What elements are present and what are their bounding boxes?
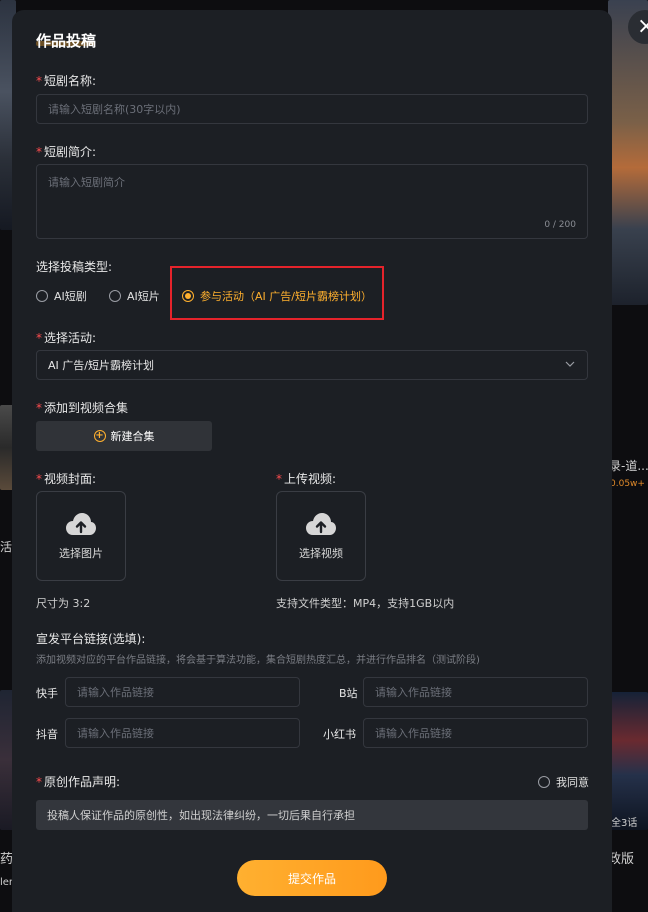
platform-bilibili-input[interactable]: 请输入作品链接 xyxy=(363,677,588,707)
submission-modal: 作品投稿 * 短剧名称: 请输入短剧名称(30字以内) * 短剧简介: 请输入短剧简… xyxy=(12,10,612,912)
intro-placeholder: 请输入短剧简介 xyxy=(48,176,125,189)
name-label: * 短剧名称: xyxy=(36,74,97,88)
radio-ai-drama[interactable]: AI短剧 xyxy=(36,288,87,304)
plus-circle-icon: + xyxy=(93,430,106,442)
required-mark: * xyxy=(36,331,42,345)
new-collection-button[interactable]: + 新建合集 xyxy=(36,421,212,451)
platform-xiaohongshu-input[interactable]: 请输入作品链接 xyxy=(363,718,588,748)
activity-label: * 选择活动: xyxy=(36,331,97,345)
submit-button[interactable]: 提交作品 xyxy=(237,860,387,896)
video-upload-label: 选择视频 xyxy=(299,547,343,560)
agree-checkbox[interactable]: 我同意 xyxy=(538,774,589,790)
activity-select[interactable]: AI 广告/短片霸榜计划 xyxy=(36,350,588,380)
platform-kuaishou-label: 快手 xyxy=(36,687,58,700)
required-mark: * xyxy=(36,472,42,486)
modal-title: 作品投稿 xyxy=(36,32,97,50)
cover-upload-label: 选择图片 xyxy=(59,547,103,560)
video-hint: 支持文件类型：MP4，支持1GB以内 xyxy=(276,597,455,610)
required-mark: * xyxy=(36,775,42,789)
highlight-box xyxy=(170,266,384,320)
type-label: 选择投稿类型: xyxy=(36,260,113,274)
cloud-upload-icon xyxy=(66,513,96,535)
required-mark: * xyxy=(36,145,42,159)
required-mark: * xyxy=(36,74,42,88)
platforms-desc: 添加视频对应的平台作品链接，将会基于算法功能，集合短剧热度汇总，并进行作品排名（… xyxy=(36,655,480,666)
collection-label: * 添加到视频合集 xyxy=(36,401,129,415)
bg-thumbnail[interactable] xyxy=(608,0,648,305)
intro-label: * 短剧简介: xyxy=(36,145,97,159)
radio-circle xyxy=(109,290,121,302)
cover-hint: 尺寸为 3:2 xyxy=(36,597,91,610)
close-icon: × xyxy=(637,14,648,39)
platform-xiaohongshu-label: 小红书 xyxy=(323,728,356,741)
radio-ai-short[interactable]: AI短片 xyxy=(109,288,160,304)
platforms-label: 宣发平台链接(选填): xyxy=(36,632,146,646)
video-upload[interactable]: 选择视频 xyxy=(276,491,366,581)
cloud-upload-icon xyxy=(306,513,336,535)
declaration-text: 投稿人保证作品的原创性，如出现法律纠纷，一切后果自行承担 xyxy=(36,800,588,830)
bg-card-badge: 全3话 xyxy=(611,818,638,829)
bg-card-hot: 0.05w+ xyxy=(610,479,645,489)
platform-bilibili-label: B站 xyxy=(339,687,358,700)
radio-circle xyxy=(36,290,48,302)
platform-kuaishou-input[interactable]: 请输入作品链接 xyxy=(65,677,300,707)
platform-douyin-label: 抖音 xyxy=(36,728,58,741)
name-input[interactable]: 请输入短剧名称(30字以内) xyxy=(36,94,588,124)
bg-card-title: 录-道... xyxy=(609,459,648,473)
declaration-label: * 原创作品声明: xyxy=(36,775,121,789)
bg-thumbnail[interactable] xyxy=(608,692,648,830)
required-mark: * xyxy=(276,472,282,486)
activity-select-value: AI 广告/短片霸榜计划 xyxy=(48,359,154,372)
cover-label: * 视频封面: xyxy=(36,472,97,486)
char-counter: 0 / 200 xyxy=(544,220,576,230)
required-mark: * xyxy=(36,401,42,415)
radio-circle xyxy=(538,776,550,788)
intro-textarea[interactable]: 请输入短剧简介 0 / 200 xyxy=(36,164,588,239)
video-label: * 上传视频: xyxy=(276,472,337,486)
cover-upload[interactable]: 选择图片 xyxy=(36,491,126,581)
platform-douyin-input[interactable]: 请输入作品链接 xyxy=(65,718,300,748)
chevron-down-icon xyxy=(565,361,575,367)
